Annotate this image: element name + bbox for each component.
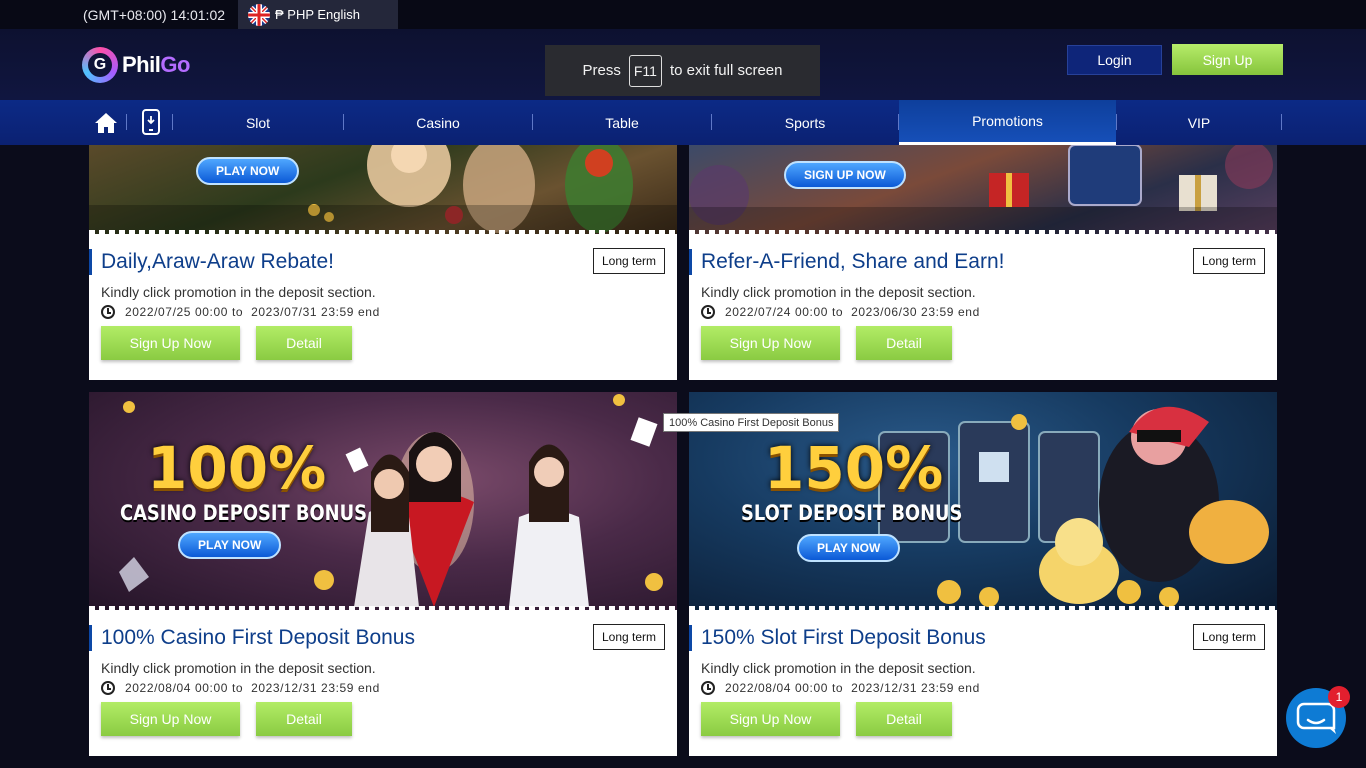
- detail-button[interactable]: Detail: [856, 702, 952, 736]
- fullscreen-exit-text: to exit full screen: [669, 62, 783, 79]
- sign-up-now-button[interactable]: Sign Up Now: [101, 702, 240, 736]
- banner-percentage: 150%: [764, 434, 944, 502]
- top-info-bar: (GMT+08:00) 14:01:02 ₱ PHP English: [0, 0, 1366, 29]
- timezone-clock: (GMT+08:00) 14:01:02: [83, 7, 226, 23]
- nav-separator: [1281, 114, 1282, 130]
- banner-play-now-button[interactable]: PLAY NOW: [196, 157, 300, 185]
- long-term-badge: Long term: [593, 248, 665, 274]
- banner-percentage: 100%: [147, 434, 327, 502]
- nav-separator: [126, 114, 127, 130]
- promotion-dates: 2022/08/04 00:00 to 2023/12/31 23:59 end: [701, 681, 980, 695]
- detail-button[interactable]: Detail: [256, 326, 352, 360]
- logo-mark-icon: G: [82, 47, 118, 83]
- promotion-banner[interactable]: PLAY NOW: [89, 145, 677, 234]
- banner-subheading: CASINO DEPOSIT BONUS: [120, 501, 367, 525]
- sign-up-now-button[interactable]: Sign Up Now: [701, 702, 840, 736]
- banner-tooltip: 100% Casino First Deposit Bonus: [663, 413, 840, 432]
- philgo-logo[interactable]: G PhilGo: [82, 47, 190, 83]
- promotion-title: 150% Slot First Deposit Bonus: [689, 625, 986, 651]
- uk-flag-icon: [248, 3, 270, 26]
- promotion-title: Daily,Araw-Araw Rebate!: [89, 249, 334, 275]
- clock-icon: [701, 305, 715, 319]
- banner-subheading: SLOT DEPOSIT BONUS: [741, 501, 963, 525]
- long-term-badge: Long term: [593, 624, 665, 650]
- sign-up-now-button[interactable]: Sign Up Now: [701, 326, 840, 360]
- banner-sign-up-now-button[interactable]: SIGN UP NOW: [784, 161, 906, 189]
- main-nav: Slot Casino Table Sports Promotions VIP: [0, 100, 1366, 145]
- language-label: ₱ PHP English: [275, 7, 361, 22]
- sign-up-button[interactable]: Sign Up: [1172, 44, 1283, 75]
- logo-text: PhilGo: [122, 52, 190, 77]
- promotion-description: Kindly click promotion in the deposit se…: [101, 284, 376, 300]
- promotion-card: PLAY NOW Daily,Araw-Araw Rebate! Long te…: [89, 145, 677, 380]
- promotion-card: 100% CASINO DEPOSIT BONUS PLAY NOW 100% …: [89, 392, 677, 756]
- fullscreen-press-text: Press: [582, 62, 621, 79]
- banner-play-now-button[interactable]: PLAY NOW: [797, 534, 901, 562]
- promotion-dates: 2022/08/04 00:00 to 2023/12/31 23:59 end: [101, 681, 380, 695]
- promotion-banner[interactable]: SIGN UP NOW: [689, 145, 1277, 234]
- chat-notification-badge: 1: [1328, 686, 1350, 708]
- nav-item-casino[interactable]: Casino: [344, 100, 532, 145]
- clock-icon: [101, 681, 115, 695]
- sign-up-now-button[interactable]: Sign Up Now: [101, 326, 240, 360]
- login-button[interactable]: Login: [1067, 45, 1162, 75]
- mobile-app-icon[interactable]: [142, 109, 160, 135]
- detail-button[interactable]: Detail: [256, 702, 352, 736]
- promotion-description: Kindly click promotion in the deposit se…: [701, 660, 976, 676]
- page: (GMT+08:00) 14:01:02 ₱ PHP English G Phi…: [0, 0, 1366, 768]
- nav-item-vip[interactable]: VIP: [1117, 100, 1281, 145]
- promotion-card: SIGN UP NOW Refer-A-Friend, Share and Ea…: [689, 145, 1277, 380]
- promotion-dates: 2022/07/25 00:00 to 2023/07/31 23:59 end: [101, 305, 380, 319]
- fullscreen-notice: Press F11 to exit full screen: [545, 45, 820, 96]
- clock-icon: [701, 681, 715, 695]
- banner-art: [689, 145, 1277, 234]
- banner-play-now-button[interactable]: PLAY NOW: [178, 531, 282, 559]
- promotion-title: 100% Casino First Deposit Bonus: [89, 625, 415, 651]
- promotion-card: 150% SLOT DEPOSIT BONUS PLAY NOW 150% Sl…: [689, 392, 1277, 756]
- promotion-title: Refer-A-Friend, Share and Earn!: [689, 249, 1004, 275]
- banner-art: [89, 145, 677, 234]
- nav-item-promotions[interactable]: Promotions: [899, 100, 1116, 145]
- promotion-banner[interactable]: 100% CASINO DEPOSIT BONUS PLAY NOW: [89, 392, 677, 610]
- clock-icon: [101, 305, 115, 319]
- home-icon[interactable]: [94, 111, 118, 135]
- long-term-badge: Long term: [1193, 624, 1265, 650]
- site-header: G PhilGo Press F11 to exit full screen L…: [0, 29, 1366, 100]
- f11-key: F11: [628, 54, 662, 87]
- long-term-badge: Long term: [1193, 248, 1265, 274]
- nav-item-sports[interactable]: Sports: [712, 100, 898, 145]
- language-selector[interactable]: ₱ PHP English: [238, 0, 398, 29]
- nav-item-slot[interactable]: Slot: [173, 100, 343, 145]
- detail-button[interactable]: Detail: [856, 326, 952, 360]
- promotion-dates: 2022/07/24 00:00 to 2023/06/30 23:59 end: [701, 305, 980, 319]
- nav-item-table[interactable]: Table: [533, 100, 711, 145]
- promotion-description: Kindly click promotion in the deposit se…: [101, 660, 376, 676]
- promotion-description: Kindly click promotion in the deposit se…: [701, 284, 976, 300]
